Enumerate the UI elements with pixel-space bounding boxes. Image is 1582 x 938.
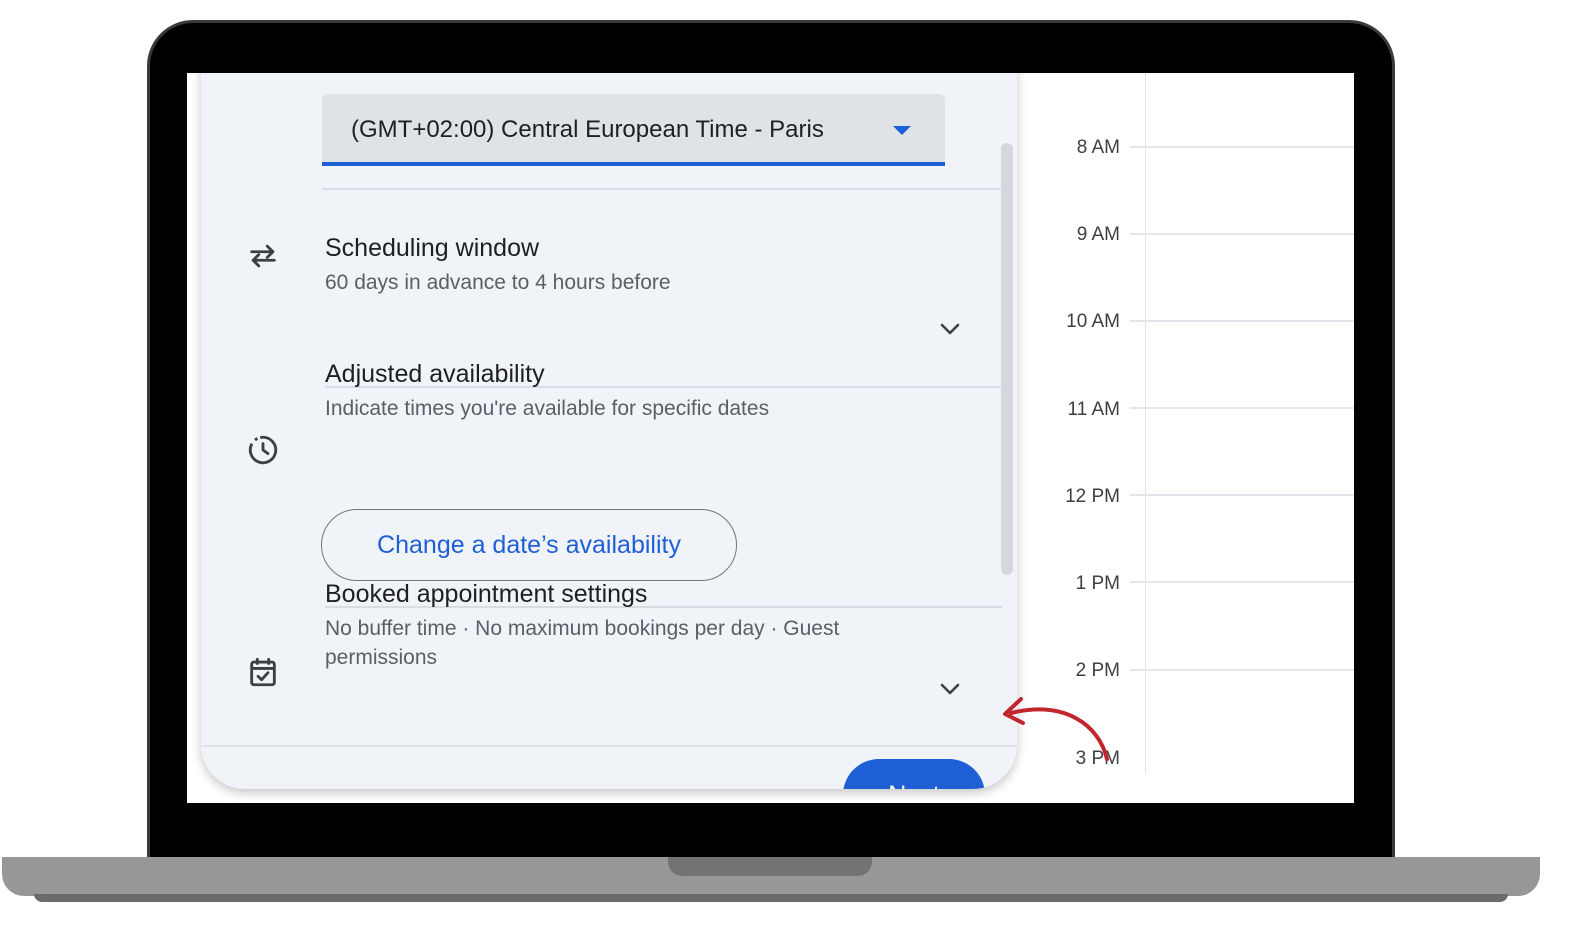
time-label: 9 AM [1076,224,1120,245]
hour-line [1130,581,1354,583]
hour-line [1130,320,1354,322]
section-title: Booked appointment settings [325,580,648,608]
chevron-down-icon[interactable] [938,681,962,697]
laptop-notch [668,857,872,876]
time-label: 10 AM [1066,311,1120,332]
chevron-down-icon[interactable] [938,321,962,337]
swap-arrows-icon [250,244,276,268]
time-label: 1 PM [1075,573,1120,594]
change-date-availability-button[interactable]: Change a date’s availability [321,509,737,581]
dropdown-caret-icon [893,126,911,135]
laptop-screen: (GMT+02:00) Central European Time - Pari… [187,73,1354,803]
next-button[interactable]: Next [843,759,985,789]
section-subtitle-line1: No buffer time · No maximum bookings per… [325,617,840,640]
hour-line [1130,669,1354,671]
annotation-arrow-icon [1003,697,1109,761]
calendar-column-line [1145,73,1146,773]
section-subtitle: Indicate times you're available for spec… [325,397,770,420]
panel-scrollbar[interactable] [1001,143,1013,575]
section-title: Adjusted availability [325,360,545,388]
section-subtitle: 60 days in advance to 4 hours before [325,271,671,294]
hour-line [1130,494,1354,496]
time-label: 2 PM [1075,660,1120,681]
calendar-check-icon [250,657,276,687]
hour-line [1130,407,1354,409]
section-title: Scheduling window [325,234,540,262]
history-clock-icon [248,435,278,465]
time-label: 12 PM [1065,486,1120,507]
timezone-select-value: (GMT+02:00) Central European Time - Pari… [351,116,824,143]
laptop-base-lip [34,894,1508,902]
footer-divider [201,745,1017,747]
hour-line [1130,146,1354,148]
calendar-time-grid: 8 AM 9 AM 10 AM 11 AM 12 PM 1 PM 2 PM 3 … [1032,73,1354,773]
divider [322,188,1002,190]
booking-settings-panel: (GMT+02:00) Central European Time - Pari… [201,73,1017,789]
section-subtitle-line2: permissions [325,646,438,669]
timezone-select[interactable]: (GMT+02:00) Central European Time - Pari… [322,94,945,166]
time-label: 11 AM [1067,399,1120,420]
hour-line [1130,233,1354,235]
time-label: 8 AM [1076,137,1120,158]
